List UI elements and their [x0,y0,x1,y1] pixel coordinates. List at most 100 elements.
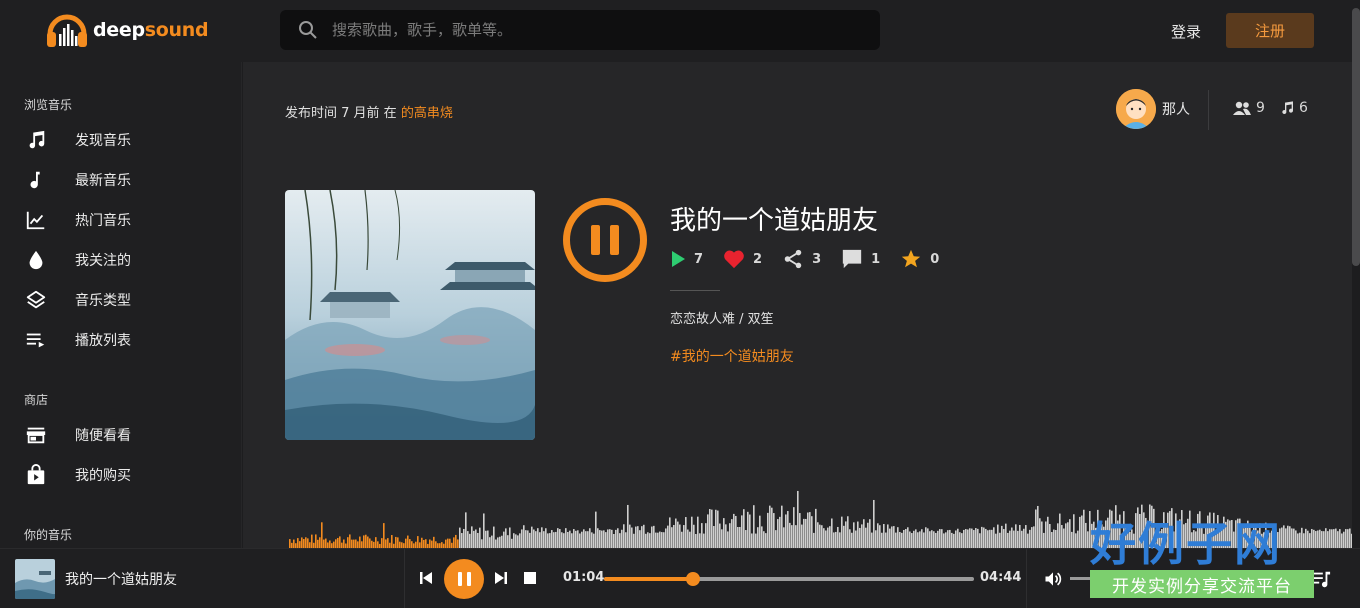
sidebar-item-purchases[interactable]: 我的购买 [24,463,131,487]
waveform-bar [369,538,371,548]
waveform-bar [329,540,331,548]
waveform-bar [1029,529,1031,548]
next-button[interactable] [493,570,509,586]
likes-stat[interactable]: 2 [723,249,762,269]
waveform-bar [469,533,471,548]
waveform-bar [417,536,419,548]
sidebar-item-explore[interactable]: 随便看看 [24,423,131,447]
waveform-bar [1003,529,1005,548]
waveform-bar [979,533,981,548]
waveform-bar [963,529,965,548]
waveform-bar [789,522,791,548]
waveform-bar [607,529,609,548]
sidebar-item-latest[interactable]: 最新音乐 [24,168,131,192]
waveform-bar [991,529,993,548]
waveform-bar [679,524,681,548]
scrollbar[interactable] [1352,8,1360,266]
sidebar-item-discover[interactable]: 发现音乐 [24,128,131,152]
plays-stat[interactable]: 7 [670,250,703,268]
track-tag[interactable]: #我的一个道姑朋友 [670,346,794,366]
store-icon [24,423,48,447]
waveform-bar [825,530,827,548]
signup-button[interactable]: 注册 [1226,13,1314,48]
waveform-bar [729,523,731,548]
skip-next-icon [495,572,507,584]
waveform-bar [983,527,985,548]
search-input[interactable] [332,21,852,39]
waveform-bar [725,524,727,548]
avatar[interactable] [1116,89,1156,129]
waveform-bar [385,539,387,548]
sidebar-item-trending[interactable]: 热门音乐 [24,208,131,232]
favorites-stat[interactable]: 0 [900,248,939,270]
waveform-bar [543,531,545,548]
waveform-bar [833,532,835,548]
waveform-bar [857,521,859,548]
waveform-bar [641,526,643,548]
stop-button[interactable] [523,571,537,585]
uploader[interactable]: 那人 [1116,89,1190,129]
logo-text-suffix: sound [144,19,209,41]
waveform-bar [493,526,495,548]
previous-button[interactable] [418,570,434,586]
waveform-bar [1071,531,1073,548]
sidebar-item-label: 随便看看 [75,428,131,444]
progress-handle[interactable] [685,572,700,586]
waveform-bar [357,541,359,548]
waveform-bar [541,527,543,548]
waveform-bar [583,529,585,548]
artist-name[interactable]: 恋恋故人难 / 双笙 [670,308,774,327]
waveform-bar [635,526,637,548]
waveform-bar [905,528,907,548]
waveform-bar [625,532,627,548]
waveform-bar [683,525,685,548]
comments-stat[interactable]: 1 [841,248,880,270]
waveform-bar [579,533,581,548]
waveform-bar [517,535,519,548]
waveform-bar [353,539,355,548]
sidebar-item-following[interactable]: 我关注的 [24,248,131,272]
waveform-bar [1047,516,1049,548]
progress-bar[interactable] [604,572,974,586]
waveform-bar [733,513,735,548]
waveform-bar [747,511,749,548]
waveform-bar [589,528,591,548]
sidebar: 浏览音乐 发现音乐 最新音乐 热门音乐 我关注的 音乐类型 播放列表 商店 随便… [0,62,242,548]
waveform-bar [595,511,597,548]
waveform-bar [1041,521,1043,548]
uploader-name[interactable]: 那人 [1162,99,1190,119]
waveform-bar [715,509,717,548]
waveform-bar [563,533,565,548]
waveform-bar [491,535,493,548]
waveform-bar [411,541,413,548]
album-cover [285,190,535,440]
waveform-bar [559,529,561,548]
sidebar-item-playlists[interactable]: 播放列表 [24,328,131,352]
waveform-bar [971,528,973,548]
big-pause-button[interactable] [563,198,647,282]
waveform-bar [1331,529,1333,548]
waveform-bar [1025,525,1027,548]
divider [1208,90,1209,130]
current-time: 01:04 [563,570,605,585]
waveform-bar [681,531,683,548]
track-page: 发布时间 7 月前 在 的高串烧 那人 9 6 我的一个道姑朋友 7 2 3 1… [243,62,1352,548]
waveform-bar [447,538,449,548]
player-pause-button[interactable] [444,559,484,599]
share-icon [784,249,802,269]
search-bar[interactable] [280,10,880,50]
sidebar-item-genres[interactable]: 音乐类型 [24,288,131,312]
player-thumbnail[interactable] [15,559,55,599]
play-icon [672,251,685,267]
waveform-bar [487,530,489,548]
waveform-bar [569,530,571,548]
waveform-bar [873,499,875,548]
waveform-bar [529,532,531,548]
heart-icon [724,250,744,269]
album-link[interactable]: 的高串烧 [401,106,453,121]
waveform-bar [459,527,461,548]
login-link[interactable]: 登录 [1171,21,1201,42]
volume-button[interactable] [1043,569,1063,589]
logo[interactable]: deepsound [45,10,209,50]
shares-stat[interactable]: 3 [782,248,821,270]
